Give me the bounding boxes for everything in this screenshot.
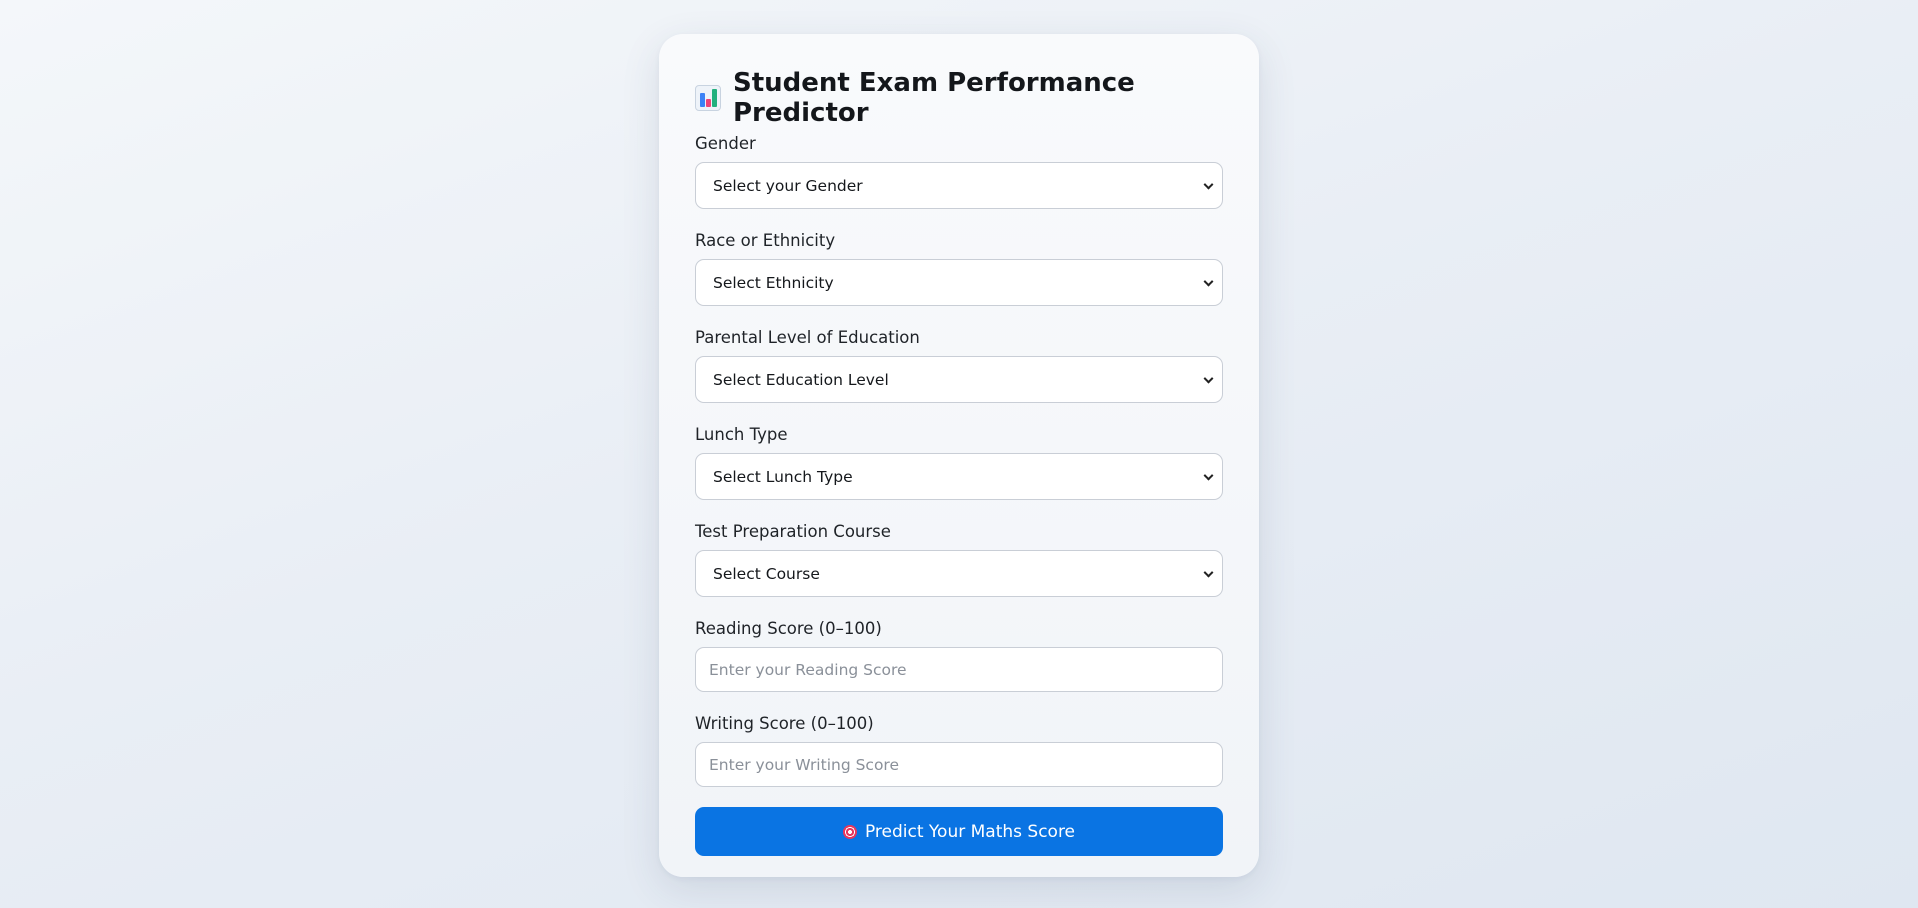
lunch-select[interactable]: Select Lunch Type bbox=[695, 453, 1223, 500]
target-icon bbox=[842, 824, 857, 839]
gender-field: Gender Select your Gender bbox=[695, 134, 1223, 209]
reading-score-field: Reading Score (0–100) bbox=[695, 619, 1223, 692]
chevron-down-icon bbox=[1203, 276, 1214, 287]
writing-score-input[interactable] bbox=[695, 742, 1223, 787]
lunch-select-value: Select Lunch Type bbox=[713, 467, 853, 486]
gender-select[interactable]: Select your Gender bbox=[695, 162, 1223, 209]
bar-chart-icon bbox=[695, 85, 721, 111]
education-select[interactable]: Select Education Level bbox=[695, 356, 1223, 403]
gender-select-value: Select your Gender bbox=[713, 176, 863, 195]
writing-score-field: Writing Score (0–100) bbox=[695, 714, 1223, 787]
writing-score-label: Writing Score (0–100) bbox=[695, 714, 874, 733]
predict-button[interactable]: Predict Your Maths Score bbox=[695, 807, 1223, 856]
education-field: Parental Level of Education Select Educa… bbox=[695, 328, 1223, 403]
ethnicity-label: Race or Ethnicity bbox=[695, 231, 836, 250]
predictor-card: Student Exam Performance Predictor Gende… bbox=[659, 34, 1259, 877]
course-select-value: Select Course bbox=[713, 564, 820, 583]
chevron-down-icon bbox=[1203, 567, 1214, 578]
reading-score-label: Reading Score (0–100) bbox=[695, 619, 882, 638]
page-title: Student Exam Performance Predictor bbox=[695, 68, 1223, 128]
course-field: Test Preparation Course Select Course bbox=[695, 522, 1223, 597]
gender-label: Gender bbox=[695, 134, 756, 153]
education-select-value: Select Education Level bbox=[713, 370, 889, 389]
chevron-down-icon bbox=[1203, 179, 1214, 190]
education-label: Parental Level of Education bbox=[695, 328, 920, 347]
reading-score-input[interactable] bbox=[695, 647, 1223, 692]
ethnicity-field: Race or Ethnicity Select Ethnicity bbox=[695, 231, 1223, 306]
lunch-field: Lunch Type Select Lunch Type bbox=[695, 425, 1223, 500]
ethnicity-select[interactable]: Select Ethnicity bbox=[695, 259, 1223, 306]
course-label: Test Preparation Course bbox=[695, 522, 891, 541]
predict-button-label: Predict Your Maths Score bbox=[864, 821, 1076, 842]
chevron-down-icon bbox=[1203, 373, 1214, 384]
page-title-text: Student Exam Performance Predictor bbox=[733, 68, 1135, 128]
course-select[interactable]: Select Course bbox=[695, 550, 1223, 597]
ethnicity-select-value: Select Ethnicity bbox=[713, 273, 834, 292]
lunch-label: Lunch Type bbox=[695, 425, 788, 444]
chevron-down-icon bbox=[1203, 470, 1214, 481]
